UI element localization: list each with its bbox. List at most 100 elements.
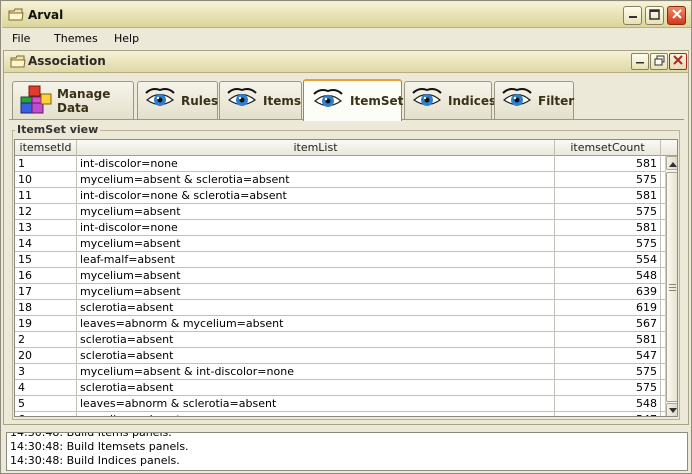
log-line: 14:30:48: Build Items panels. <box>10 432 172 439</box>
table-row[interactable]: 16 mycelium=absent 548 <box>15 268 667 284</box>
menu-help[interactable]: Help <box>114 32 139 45</box>
cell-itemlist: mycelium=absent & int-discolor=none <box>77 364 555 379</box>
cell-itemsetid: 15 <box>15 252 77 267</box>
table-row[interactable]: 15 leaf-malf=absent 554 <box>15 252 667 268</box>
cell-itemlist: mycelium=absent <box>77 284 555 299</box>
table-row[interactable]: 1 int-discolor=none 581 <box>15 156 667 172</box>
table-row[interactable]: 18 sclerotia=absent 619 <box>15 300 667 316</box>
frame-title-bar[interactable]: Association <box>4 51 688 73</box>
cell-itemlist: mycelium=absent <box>77 268 555 283</box>
minimize-button[interactable] <box>623 6 642 25</box>
itemset-table: itemsetId itemList itemsetCount 1 int-dis… <box>14 139 678 417</box>
cell-itemsetcount: 575 <box>555 364 661 379</box>
tab-itemset[interactable]: ItemSet <box>303 79 404 121</box>
cell-itemsetcount: 548 <box>555 268 661 283</box>
panel-title: ItemSet view <box>15 123 101 136</box>
tab-manage-data[interactable]: Manage Data <box>12 81 134 119</box>
cell-itemlist: sclerotia=absent <box>77 300 555 315</box>
cell-itemlist: mycelium=absent <box>77 204 555 219</box>
frame-restore-button[interactable] <box>650 53 668 70</box>
table-row[interactable]: 6mycelium=absent547 <box>15 412 667 416</box>
tab-label: Rules <box>181 93 219 108</box>
column-header-itemsetcount[interactable]: itemsetCount <box>555 140 661 156</box>
table-row[interactable]: 17 mycelium=absent 639 <box>15 284 667 300</box>
scroll-up-button[interactable] <box>666 156 677 170</box>
cell-itemsetid: 18 <box>15 300 77 315</box>
cell-itemsetid: 11 <box>15 188 77 203</box>
cell-itemsetcount: 619 <box>555 300 661 315</box>
title-bar[interactable]: Arval <box>2 2 691 28</box>
restore-icon <box>654 55 665 69</box>
cell-itemsetcount: 575 <box>555 236 661 251</box>
minimize-icon <box>628 9 638 22</box>
column-header-itemsetid[interactable]: itemsetId <box>15 140 77 156</box>
cell-itemsetcount: 581 <box>555 332 661 347</box>
tab-filter[interactable]: Filter <box>494 81 574 119</box>
cell-itemsetcount: 581 <box>555 156 661 171</box>
cell-itemlist: leaf-malf=absent <box>77 252 555 267</box>
cell-itemsetid: 3 <box>15 364 77 379</box>
cell-itemsetid: 10 <box>15 172 77 187</box>
cell-itemsetid: 2 <box>15 332 77 347</box>
table-row[interactable]: 3 mycelium=absent & int-discolor=none 575 <box>15 364 667 380</box>
cell-itemsetid: 5 <box>15 396 77 411</box>
table-row[interactable]: 5 leaves=abnorm & sclerotia=absent 548 <box>15 396 667 412</box>
eye-icon <box>312 86 344 117</box>
tab-items[interactable]: Items <box>219 81 302 119</box>
table-row[interactable]: 2 sclerotia=absent 581 <box>15 332 667 348</box>
tab-indices[interactable]: Indices <box>404 81 496 119</box>
cell-itemlist: leaves=abnorm & mycelium=absent <box>77 316 555 331</box>
table-row[interactable]: 19 leaves=abnorm & mycelium=absent 567 <box>15 316 667 332</box>
cell-itemsetid: 1 <box>15 156 77 171</box>
tab-label: Manage Data <box>57 86 111 115</box>
table-row[interactable]: 10 mycelium=absent & sclerotia=absent 575 <box>15 172 667 188</box>
cell-itemlist: leaves=abnorm & sclerotia=absent <box>77 396 555 411</box>
eye-icon <box>226 85 258 116</box>
table-row[interactable]: 11 int-discolor=none & sclerotia=absent 58… <box>15 188 667 204</box>
scroll-down-button[interactable] <box>666 403 677 416</box>
cell-itemlist: sclerotia=absent <box>77 332 555 347</box>
window-title: Arval <box>28 8 64 22</box>
cell-itemsetcount: 581 <box>555 220 661 235</box>
close-button[interactable] <box>667 6 686 25</box>
minimize-icon <box>635 55 645 68</box>
cell-itemsetid: 13 <box>15 220 77 235</box>
menu-themes[interactable]: Themes <box>54 32 98 45</box>
log-line: 14:30:48: Build Indices panels. <box>10 454 180 467</box>
scroll-thumb[interactable] <box>666 172 677 402</box>
tab-label: Indices <box>448 93 497 108</box>
tab-label: Items <box>263 93 301 108</box>
table-row[interactable]: 14 mycelium=absent 575 <box>15 236 667 252</box>
frame-title: Association <box>28 54 106 68</box>
frame-close-button[interactable] <box>669 53 687 70</box>
table-row[interactable]: 12 mycelium=absent 575 <box>15 204 667 220</box>
column-header-itemlist[interactable]: itemList <box>77 140 555 156</box>
log-console[interactable]: 14:30:48: Build Items panels. 14:30:48: B… <box>6 432 688 471</box>
table-row[interactable]: 4 sclerotia=absent 575 <box>15 380 667 396</box>
tab-label: Filter <box>538 93 575 108</box>
folder-icon <box>8 8 24 25</box>
cell-itemsetid: 20 <box>15 348 77 363</box>
tab-label: ItemSet <box>350 94 404 108</box>
cell-itemsetid: 6 <box>15 412 77 416</box>
cell-itemsetcount: 575 <box>555 172 661 187</box>
close-icon <box>673 55 683 68</box>
cell-itemlist: int-discolor=none & sclerotia=absent <box>77 188 555 203</box>
colored-cubes-icon <box>19 84 53 117</box>
table-row[interactable]: 20 sclerotia=absent 547 <box>15 348 667 364</box>
table-row[interactable]: 13 int-discolor=none 581 <box>15 220 667 236</box>
table-vertical-scrollbar[interactable] <box>665 156 677 416</box>
cell-itemsetcount: 567 <box>555 316 661 331</box>
cell-itemlist: sclerotia=absent <box>77 348 555 363</box>
cell-itemsetid: 17 <box>15 284 77 299</box>
frame-minimize-button[interactable] <box>631 53 649 70</box>
cell-itemlist: mycelium=absent <box>77 236 555 251</box>
maximize-icon <box>649 8 660 23</box>
close-icon <box>671 9 682 22</box>
application-window: Arval File Themes Help Association Manag… <box>0 0 692 474</box>
association-frame: Association Manage Data Rules Items Item… <box>3 50 689 425</box>
maximize-button[interactable] <box>645 6 664 25</box>
tab-rules[interactable]: Rules <box>137 81 218 119</box>
cell-itemlist: mycelium=absent & sclerotia=absent <box>77 172 555 187</box>
menu-file[interactable]: File <box>12 32 30 45</box>
